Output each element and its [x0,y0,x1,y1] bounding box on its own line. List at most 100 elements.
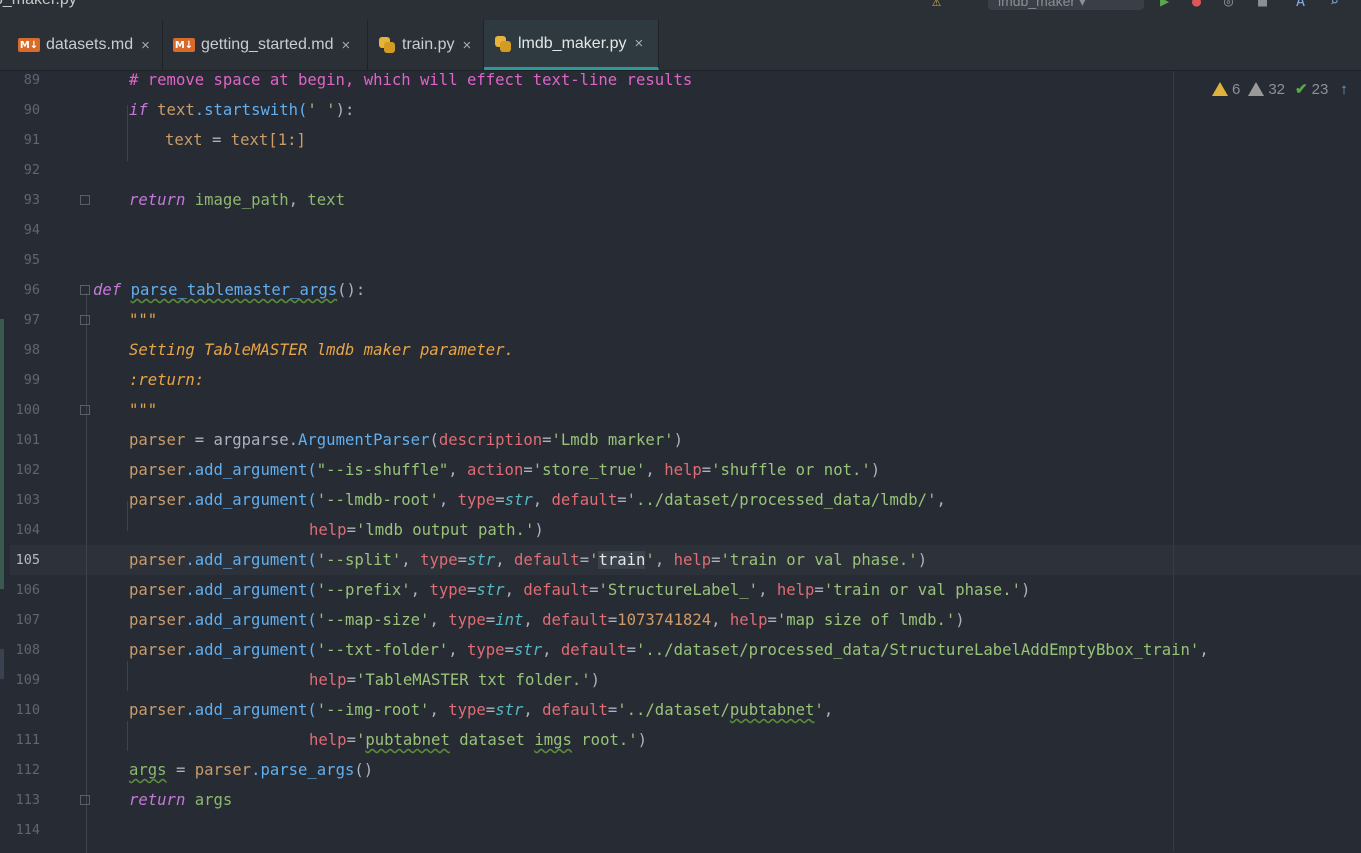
python-icon [378,36,396,54]
type: str [467,551,496,569]
line-number: 90 [23,102,40,118]
code-line: parser.add_argument('--prefix', type=str… [129,581,1031,599]
keyword-arg: type [448,701,486,719]
close-icon[interactable]: × [342,37,351,54]
class-name: ArgumentParser [298,431,430,449]
weak-warning-count: 23 [1311,80,1329,98]
string: '--img-root' [316,701,430,719]
line-number: 98 [23,342,40,358]
identifier: args [129,761,167,779]
keyword-arg: help [309,521,347,539]
line-number: 110 [15,702,40,718]
tab-label: datasets.md [46,36,134,53]
string: 'map size of lmdb.' [776,611,956,629]
string: "--is-shuffle" [316,461,449,479]
tab-train-py[interactable]: train.py × [368,20,484,70]
line-number-gutter: 89 90 91 92 93 94 95 96 97 98 99 100 101… [0,71,70,851]
code-line: parser = argparse.ArgumentParser(descrip… [129,425,683,455]
error-count: 6 [1232,80,1241,98]
string: '--lmdb-root' [316,491,439,509]
function-name: parse_tablemaster_args [130,281,338,299]
fold-marker[interactable] [80,285,90,295]
profile-icon[interactable]: ◎ [1224,0,1233,10]
code-line: """ [129,395,157,425]
line-number: 114 [15,822,40,838]
tab-label: train.py [402,36,455,53]
code-line: :return: [129,365,204,395]
method: .add_argument( [185,641,317,659]
fold-marker[interactable] [80,795,90,805]
identifier: image_path [194,191,289,209]
line-number: 103 [15,492,40,508]
code-line: return args [129,785,232,815]
operator: = [202,131,231,149]
keyword-arg: action [467,461,524,479]
keyword-arg: default [542,611,608,629]
string: '../dataset/ [617,701,730,719]
fold-marker[interactable] [80,315,90,325]
code-line: return image_path, text [129,185,345,215]
keyword: return [129,191,186,209]
code-line: help='lmdb output path.') [309,521,544,539]
right-margin-guide [1173,71,1174,851]
line-number: 111 [15,732,40,748]
method: .add_argument( [185,551,317,569]
warning-icon[interactable]: ⚠ [932,0,941,10]
line-number: 113 [15,792,40,808]
line-number: 94 [23,222,40,238]
weak-warning-icon: ✔ [1295,81,1308,98]
type: str [476,581,505,599]
run-configuration-select[interactable]: lmdb_maker ▾ [988,0,1144,10]
keyword-arg: help [729,611,768,629]
operator: = argparse. [185,431,299,449]
inspection-widget[interactable]: 6 32 ✔ 23 ↑ [1212,79,1348,99]
keyword-arg: description [438,431,543,449]
string: ' ' [307,101,336,119]
identifier: parser [129,461,186,479]
translate-icon[interactable]: A [1296,0,1305,10]
tab-label: getting_started.md [201,36,334,53]
tab-getting-started-md[interactable]: M↓ getting_started.md × [163,20,368,70]
arrow-up-icon[interactable]: ↑ [1340,81,1348,98]
stop-icon[interactable]: ■ [1258,0,1267,10]
line-number: 99 [23,372,40,388]
fold-marker[interactable] [80,405,90,415]
line-number: 92 [23,162,40,178]
type: str [495,701,524,719]
punctuation: [ [268,131,278,149]
operator: = [166,761,195,779]
code-editor[interactable]: 89 90 91 92 93 94 95 96 97 98 99 100 101… [0,71,1361,853]
debug-icon[interactable]: ● [1192,0,1201,10]
tab-lmdb-maker-py[interactable]: lmdb_maker.py × [484,20,659,70]
code-line-current: parser.add_argument('--split', type=str,… [129,551,928,569]
code-line: help='pubtabnet dataset imgs root.') [309,731,648,749]
identifier: parser [129,701,186,719]
warning-icon [1248,82,1265,96]
run-icon[interactable]: ▶ [1160,0,1169,10]
tab-datasets-md[interactable]: M↓ datasets.md × [0,20,163,70]
fold-marker[interactable] [80,195,90,205]
keyword-arg: help [776,581,815,599]
close-icon[interactable]: × [141,37,150,54]
close-icon[interactable]: × [462,37,471,54]
string: ' [355,731,366,749]
run-configuration-label: lmdb_maker [998,0,1076,9]
line-number: 95 [23,252,40,268]
identifier: parser [129,431,186,449]
keyword-arg: type [429,581,468,599]
close-icon[interactable]: × [635,35,644,52]
number: 1073741824 [617,611,712,629]
indent-guide [127,661,128,691]
search-icon[interactable]: ⌕ [1330,0,1339,10]
line-number: 102 [15,462,40,478]
keyword-arg: default [551,491,618,509]
method: .add_argument( [185,491,317,509]
type: str [513,641,543,659]
string: 'TableMASTER txt folder.' [355,671,591,689]
line-number: 91 [23,132,40,148]
type: str [504,491,533,509]
method: .add_argument( [185,461,317,479]
python-icon [494,35,512,53]
code-line: Setting TableMASTER lmdb maker parameter… [129,335,514,365]
line-number: 109 [15,672,40,688]
